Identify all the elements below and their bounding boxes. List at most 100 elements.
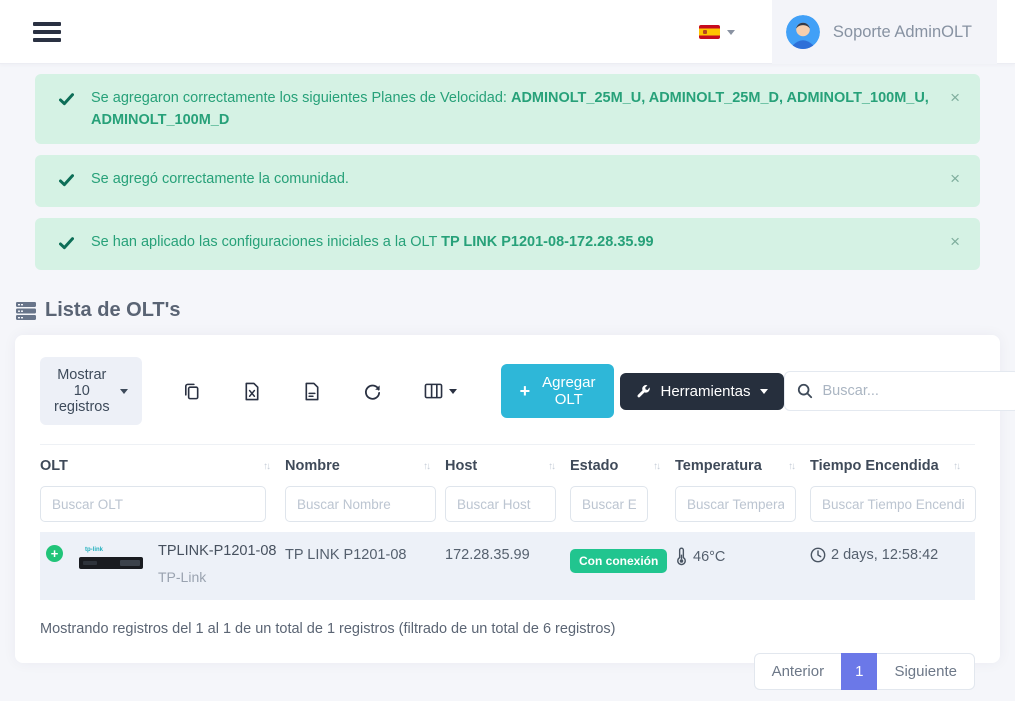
column-visibility-dropdown[interactable] <box>418 378 463 404</box>
olt-brand: TP-Link <box>158 569 276 585</box>
page-title-text: Lista de OLT's <box>45 299 181 322</box>
check-icon <box>59 91 74 131</box>
cell-olt: + tp-link TPLINK-P1201-08 TP-Link <box>40 541 285 585</box>
olt-table-card: Mostrar 10 registros <box>15 335 1000 663</box>
spain-flag-icon <box>699 25 720 39</box>
sort-icon[interactable]: ↑↓ <box>423 461 429 472</box>
table-toolbar: Mostrar 10 registros <box>40 357 975 425</box>
sort-icon[interactable]: ↑↓ <box>653 461 659 472</box>
tools-dropdown[interactable]: Herramientas <box>620 373 783 410</box>
add-olt-label: Agregar OLT <box>542 374 595 408</box>
sort-icon[interactable]: ↑↓ <box>263 461 269 472</box>
chevron-down-icon <box>727 30 735 35</box>
refresh-button[interactable] <box>357 378 388 405</box>
close-icon[interactable]: × <box>950 87 960 109</box>
olt-table: OLT ↑↓ Nombre ↑↓ Host ↑↓ Estado ↑↓ Temperatu… <box>40 444 975 600</box>
table-info-text: Mostrando registros del 1 al 1 de un tot… <box>40 621 975 637</box>
alert-text: Se han aplicado las configuraciones inic… <box>91 234 441 250</box>
close-icon[interactable]: × <box>950 168 960 190</box>
menu-icon[interactable] <box>33 18 61 46</box>
alert-text: Se agregó correctamente la comunidad. <box>91 171 349 187</box>
pagination-next-button[interactable]: Siguiente <box>877 653 975 690</box>
filter-tiempo-input[interactable] <box>810 486 976 522</box>
column-label: Nombre <box>285 458 340 474</box>
column-header-estado[interactable]: Estado ↑↓ <box>570 458 675 474</box>
alert-comunidad: Se agregó correctamente la comunidad. × <box>35 155 980 207</box>
cell-temperatura: 46°C <box>675 541 810 566</box>
cell-tiempo-encendida: 2 days, 12:58:42 <box>810 541 975 563</box>
column-header-temperatura[interactable]: Temperatura ↑↓ <box>675 458 810 474</box>
add-olt-button[interactable]: + Agregar OLT <box>501 364 615 418</box>
search-input[interactable] <box>823 383 1007 399</box>
column-header-host[interactable]: Host ↑↓ <box>445 458 570 474</box>
alert-message: Se agregó correctamente la comunidad. <box>91 168 950 194</box>
column-label: Tiempo Encendida <box>810 458 939 474</box>
server-icon <box>15 301 37 321</box>
close-icon[interactable]: × <box>950 231 960 253</box>
show-entries-label: Mostrar 10 registros <box>54 367 110 415</box>
expand-row-button[interactable]: + <box>46 545 63 562</box>
olt-device-image: tp-link <box>79 547 143 577</box>
temperature-value: 46°C <box>693 549 725 565</box>
filter-estado-input[interactable] <box>570 486 648 522</box>
global-search <box>784 371 1015 411</box>
column-label: Estado <box>570 458 618 474</box>
tools-label: Herramientas <box>660 383 750 400</box>
copy-button[interactable] <box>176 378 207 405</box>
table-row[interactable]: + tp-link TPLINK-P1201-08 TP-Link TP LIN… <box>40 532 975 600</box>
user-menu[interactable]: Soporte AdminOLT <box>772 0 997 64</box>
alert-planes-velocidad: Se agregaron correctamente los siguiente… <box>35 74 980 144</box>
filter-olt-input[interactable] <box>40 486 266 522</box>
avatar <box>786 15 820 49</box>
olt-name: TPLINK-P1201-08 <box>158 543 276 559</box>
column-header-olt[interactable]: OLT ↑↓ <box>40 458 285 474</box>
chevron-down-icon <box>760 389 768 394</box>
table-header-row: OLT ↑↓ Nombre ↑↓ Host ↑↓ Estado ↑↓ Temperatu… <box>40 445 975 484</box>
sort-icon[interactable]: ↑↓ <box>788 461 794 472</box>
chevron-down-icon <box>449 389 457 394</box>
excel-file-icon <box>243 382 261 401</box>
alert-message: Se agregaron correctamente los siguiente… <box>91 87 950 131</box>
pagination-prev-button[interactable]: Anterior <box>754 653 842 690</box>
uptime-value: 2 days, 12:58:42 <box>831 547 938 563</box>
cell-host: 172.28.35.99 <box>445 541 570 563</box>
top-navbar: Soporte AdminOLT <box>0 0 1015 64</box>
alert-bold-text: TP LINK P1201-08-172.28.35.99 <box>441 234 654 250</box>
show-entries-dropdown[interactable]: Mostrar 10 registros <box>40 357 142 425</box>
pagination-page-1-button[interactable]: 1 <box>841 653 877 690</box>
sort-icon[interactable]: ↑↓ <box>548 461 554 472</box>
columns-icon <box>424 382 443 400</box>
plus-icon: + <box>520 384 531 398</box>
column-header-nombre[interactable]: Nombre ↑↓ <box>285 458 445 474</box>
refresh-icon <box>363 382 382 401</box>
filter-temperatura-input[interactable] <box>675 486 796 522</box>
pagination: Anterior 1 Siguiente <box>40 653 975 690</box>
thermometer-icon <box>675 547 688 566</box>
page-title: Lista de OLT's <box>15 299 1000 322</box>
alert-message: Se han aplicado las configuraciones inic… <box>91 231 950 257</box>
copy-icon <box>182 382 201 401</box>
alerts-container: Se agregaron correctamente los siguiente… <box>35 74 980 270</box>
column-label: OLT <box>40 458 68 474</box>
export-file-button[interactable] <box>297 378 327 405</box>
column-label: Host <box>445 458 477 474</box>
chevron-down-icon <box>120 389 128 394</box>
status-badge: Con conexión <box>570 549 667 573</box>
cell-estado: Con conexión <box>570 541 675 573</box>
language-dropdown[interactable] <box>699 25 735 39</box>
column-label: Temperatura <box>675 458 762 474</box>
table-filter-row <box>40 484 975 532</box>
alert-configuraciones-olt: Se han aplicado las configuraciones inic… <box>35 218 980 270</box>
export-excel-button[interactable] <box>237 378 267 405</box>
cell-nombre: TP LINK P1201-08 <box>285 541 445 563</box>
clock-icon <box>810 547 826 563</box>
check-icon <box>59 235 74 257</box>
wrench-icon <box>636 384 651 399</box>
device-logo-text: tp-link <box>85 547 103 553</box>
filter-host-input[interactable] <box>445 486 556 522</box>
sort-icon[interactable]: ↑↓ <box>953 461 959 472</box>
file-icon <box>303 382 321 401</box>
user-name: Soporte AdminOLT <box>833 23 972 42</box>
column-header-tiempo-encendida[interactable]: Tiempo Encendida ↑↓ <box>810 458 975 474</box>
filter-nombre-input[interactable] <box>285 486 436 522</box>
